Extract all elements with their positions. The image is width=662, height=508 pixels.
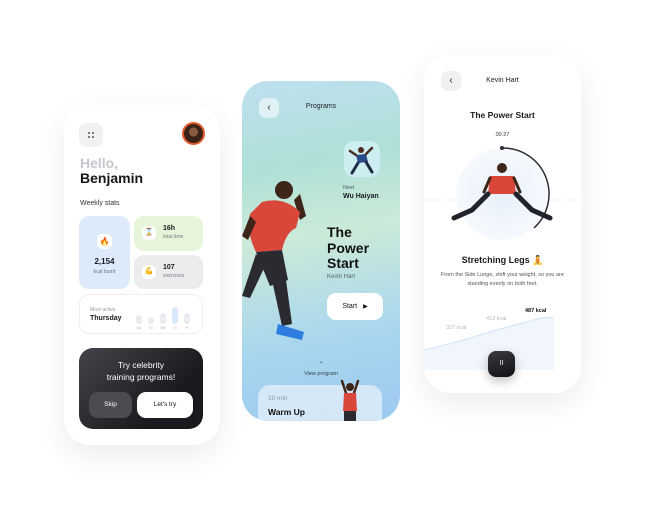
promo-line-2: training programs!	[106, 372, 176, 382]
time-value: 16h	[163, 225, 176, 232]
activity-day-label: Th	[172, 326, 178, 330]
program-title-line-3: Start	[327, 255, 359, 271]
exercise-visual	[424, 146, 581, 240]
chevron-up-icon[interactable]: ⌃	[242, 361, 400, 368]
warmup-card[interactable]: 10 min Warm Up	[258, 379, 382, 421]
menu-icon[interactable]	[79, 123, 103, 147]
user-name: Benjamin	[80, 170, 144, 186]
activity-day-label: Fr	[185, 326, 189, 330]
most-active-card[interactable]: Most active Thursday Mo Tu We Th Fr	[79, 294, 203, 334]
next-label: Next	[343, 185, 355, 191]
pause-button[interactable]: II	[488, 351, 515, 377]
activity-bar	[160, 313, 166, 324]
athlete-hero-image	[242, 181, 306, 340]
kcal-value: 2,154	[94, 257, 115, 266]
exercises-value: 107	[163, 264, 175, 271]
athlete-illustration	[348, 146, 374, 175]
activity-bar	[172, 307, 178, 324]
program-title-line-1: The	[327, 224, 352, 240]
most-active-label: Most active	[90, 307, 116, 313]
promo-text: Try celebrity training programs!	[79, 359, 203, 383]
view-program-link[interactable]: View program	[242, 371, 400, 377]
activity-bar	[184, 313, 190, 324]
hourglass-icon: ⌛	[142, 226, 156, 240]
play-icon: ▶	[363, 304, 368, 310]
activity-day-label: Tu	[149, 326, 153, 330]
promo-card: Try celebrity training programs! Skip Le…	[79, 348, 203, 429]
most-active-day: Thursday	[90, 315, 122, 322]
screen-title: Programs	[305, 103, 337, 110]
skip-button[interactable]: Skip	[89, 392, 132, 418]
chart-label-3: 487 kcal	[525, 308, 547, 314]
exercise-name: Stretching Legs 🧘	[461, 255, 544, 265]
fire-icon: 🔥	[97, 234, 112, 249]
chart-label-1: 327 kcal	[446, 325, 467, 331]
next-athlete-name: Wu Haiyan	[343, 193, 379, 200]
warmup-athlete-image	[340, 379, 360, 421]
card-duration: 10 min	[268, 395, 288, 402]
next-athlete-thumbnail[interactable]	[344, 141, 380, 177]
activity-day-label: We	[160, 326, 166, 330]
activity-bar	[148, 317, 154, 324]
start-button[interactable]: Start ▶	[327, 293, 383, 320]
program-title: The Power Start	[327, 224, 370, 272]
greeting: Hello,	[80, 155, 119, 171]
workout-title: The Power Start	[470, 110, 535, 120]
exercise-description: From the Side Lunge, shift your weight, …	[441, 272, 564, 287]
activity-day-label: Mo	[136, 326, 142, 330]
time-card[interactable]: ⌛ 16h total time	[134, 216, 203, 251]
program-title-line-2: Power	[327, 239, 370, 256]
activity-bar	[136, 315, 142, 324]
exercises-card[interactable]: 💪 107 exercises	[134, 255, 203, 289]
coach-header: Kevin Hart	[486, 77, 519, 84]
home-screen: Hello, Benjamin Weekly stats 🔥 2,154 kca…	[64, 105, 220, 445]
start-label: Start	[342, 303, 358, 310]
promo-line-1: Try celebrity	[118, 360, 164, 370]
workout-screen: ‹ Kevin Hart The Power Start 00:27 Stret…	[424, 55, 581, 393]
kcal-card[interactable]: 🔥 2,154 kcal burnt	[79, 216, 130, 289]
lets-try-button[interactable]: Let's try	[137, 392, 193, 418]
weekly-stats-label: Weekly stats	[80, 200, 120, 207]
workout-timer: 00:27	[495, 132, 510, 138]
programs-screen: ‹ Programs Next Wu Haiyan The Power Star…	[242, 81, 400, 421]
chart-label-2: 412 kcal	[486, 316, 507, 322]
card-title: Warm Up	[268, 407, 305, 417]
coach-name: Kevin Hart	[327, 274, 356, 280]
kcal-label: kcal burnt	[93, 269, 116, 275]
muscle-icon: 💪	[142, 265, 156, 279]
avatar[interactable]	[182, 122, 205, 145]
exercises-label: exercises	[163, 273, 185, 279]
time-label: total time	[163, 234, 184, 240]
